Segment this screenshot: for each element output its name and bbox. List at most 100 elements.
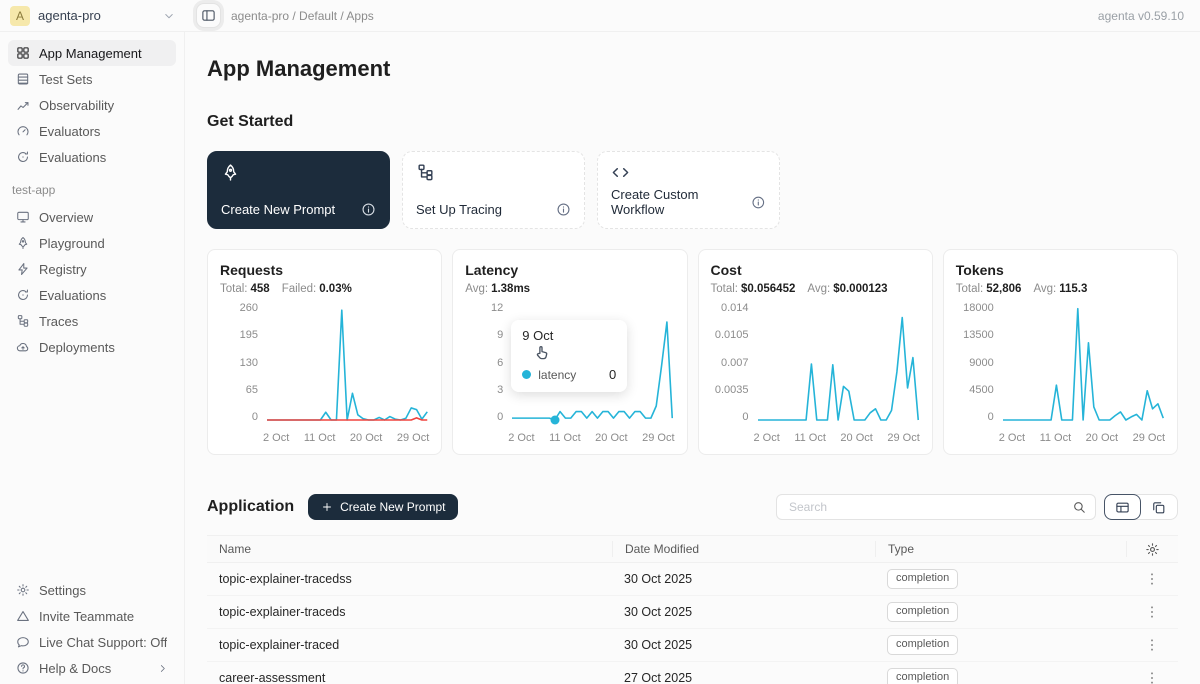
metric-cards: Requests Total:458 Failed:0.03% 26019513… [207, 249, 1178, 455]
sidebar-item-evaluations[interactable]: Evaluations [8, 144, 176, 170]
chart-title: Tokens [956, 262, 1165, 278]
chevron-down-icon [163, 10, 175, 22]
chart-title: Cost [711, 262, 920, 278]
app-date-modified: 30 Oct 2025 [612, 605, 875, 619]
type-badge: completion [887, 569, 958, 589]
application-tools [776, 494, 1178, 520]
row-menu-icon[interactable] [1144, 670, 1160, 684]
chart-icon [16, 98, 30, 112]
table-view-icon [1115, 500, 1130, 515]
sidebar-item-evaluators[interactable]: Evaluators [8, 118, 176, 144]
table-icon [16, 72, 30, 86]
sidebar-item-deployments[interactable]: Deployments [8, 334, 176, 360]
view-toggle [1104, 494, 1178, 520]
chart-stats: Total:$0.056452 Avg:$0.000123 [711, 283, 920, 295]
refresh-icon [16, 288, 30, 302]
latency-chart-card: Latency Avg:1.38ms 129630 2 Oct11 Oct20 … [452, 249, 687, 455]
column-header-actions [1126, 541, 1178, 557]
search-input[interactable] [787, 499, 1066, 515]
y-axis: 0.0140.01050.0070.00350 [711, 303, 749, 423]
table-row[interactable]: topic-explainer-traceds 30 Oct 2025 comp… [207, 596, 1178, 629]
sidebar-item-traces[interactable]: Traces [8, 308, 176, 334]
search-icon[interactable] [1072, 500, 1086, 514]
type-badge: completion [887, 668, 958, 684]
column-header-name[interactable]: Name [207, 541, 612, 557]
app-root: { "topbar": { "workspace": { "avatar_let… [0, 0, 1200, 684]
sidebar-bottom-nav: Settings Invite Teammate Live Chat Suppo… [8, 577, 176, 682]
sidebar-item-overview[interactable]: Overview [8, 204, 176, 230]
plus-icon [321, 501, 333, 513]
row-menu-icon[interactable] [1144, 637, 1160, 653]
column-header-date-modified[interactable]: Date Modified [612, 541, 875, 557]
sidebar-item-registry[interactable]: Registry [8, 256, 176, 282]
line-chart: 260195130650 2 Oct11 Oct20 Oct29 Oct [220, 308, 429, 446]
info-icon[interactable] [751, 195, 766, 210]
sidebar-item-invite-teammate[interactable]: Invite Teammate [8, 603, 176, 629]
line-chart: 0.0140.01050.0070.00350 2 Oct11 Oct20 Oc… [711, 308, 920, 446]
set-up-tracing-card[interactable]: Set Up Tracing [402, 151, 585, 229]
sidebar-main-nav: App Management Test Sets Observability E… [8, 40, 176, 170]
hand-pointer-icon [533, 344, 551, 362]
search-box [776, 494, 1096, 520]
chart-stats: Total:52,806 Avg:115.3 [956, 283, 1165, 295]
tooltip-date: 9 Oct [522, 328, 616, 343]
top-bar: A agenta-pro agenta-pro / Default / Apps… [0, 0, 1200, 32]
type-badge: completion [887, 602, 958, 622]
rocket-icon [221, 163, 240, 182]
x-axis: 2 Oct11 Oct20 Oct29 Oct [999, 432, 1165, 446]
application-header: Application Create New Prompt [207, 493, 1178, 521]
hover-point-marker [550, 416, 559, 425]
breadcrumb: agenta-pro / Default / Apps [231, 9, 374, 23]
column-header-type[interactable]: Type [875, 541, 1126, 557]
chart-plot[interactable] [758, 308, 918, 420]
info-icon[interactable] [361, 202, 376, 217]
sidebar-item-settings[interactable]: Settings [8, 577, 176, 603]
get-started-title: Get Started [207, 112, 1178, 132]
gear-icon[interactable] [1145, 542, 1160, 557]
card-view-button[interactable] [1140, 495, 1177, 519]
chat-icon [16, 635, 30, 649]
sidebar-item-test-sets[interactable]: Test Sets [8, 66, 176, 92]
create-new-prompt-card[interactable]: Create New Prompt [207, 151, 390, 229]
chart-plot[interactable] [1003, 308, 1163, 420]
chart-stats: Avg:1.38ms [465, 283, 674, 295]
table-row[interactable]: topic-explainer-tracedss 30 Oct 2025 com… [207, 563, 1178, 596]
app-name: career-assessment [207, 671, 612, 684]
app-name: topic-explainer-tracedss [207, 572, 612, 586]
info-icon[interactable] [556, 202, 571, 217]
rocket-icon [16, 236, 30, 250]
tracing-tree-icon [416, 163, 435, 182]
create-new-prompt-button[interactable]: Create New Prompt [308, 494, 458, 520]
code-icon [611, 163, 630, 182]
question-icon [16, 661, 30, 675]
refresh-icon [16, 150, 30, 164]
chart-plot[interactable] [267, 308, 427, 420]
monitor-icon [16, 210, 30, 224]
row-menu-icon[interactable] [1144, 571, 1160, 587]
application-title: Application [207, 498, 294, 516]
sidebar-item-help-docs[interactable]: Help & Docs [8, 655, 176, 681]
sidebar-app-nav: Overview Playground Registry Evaluations… [8, 204, 176, 360]
sidebar-item-observability[interactable]: Observability [8, 92, 176, 118]
cost-chart-card: Cost Total:$0.056452 Avg:$0.000123 0.014… [698, 249, 933, 455]
series-value: 0 [609, 367, 616, 382]
get-started-cards: Create New Prompt Set Up Tracing Create … [207, 151, 1178, 229]
sidebar-item-live-chat-support-off[interactable]: Live Chat Support: Off [8, 629, 176, 655]
table-header: Name Date Modified Type [207, 535, 1178, 563]
table-row[interactable]: topic-explainer-traced 30 Oct 2025 compl… [207, 629, 1178, 662]
row-menu-icon[interactable] [1144, 604, 1160, 620]
sidebar-toggle-button[interactable] [196, 3, 221, 28]
table-row[interactable]: career-assessment 27 Oct 2025 completion [207, 662, 1178, 684]
table-view-button[interactable] [1104, 494, 1141, 520]
app-date-modified: 30 Oct 2025 [612, 638, 875, 652]
card-label: Create New Prompt [221, 202, 335, 217]
sidebar-item-evaluations[interactable]: Evaluations [8, 282, 176, 308]
sidebar-panel-icon [201, 8, 216, 23]
workspace-selector[interactable]: A agenta-pro [0, 0, 185, 31]
sidebar-item-playground[interactable]: Playground [8, 230, 176, 256]
chart-tooltip: 9 Oct latency 0 [511, 320, 627, 392]
create-custom-workflow-card[interactable]: Create Custom Workflow [597, 151, 780, 229]
cloud-icon [16, 340, 30, 354]
card-view-icon [1151, 500, 1166, 515]
sidebar-item-app-management[interactable]: App Management [8, 40, 176, 66]
